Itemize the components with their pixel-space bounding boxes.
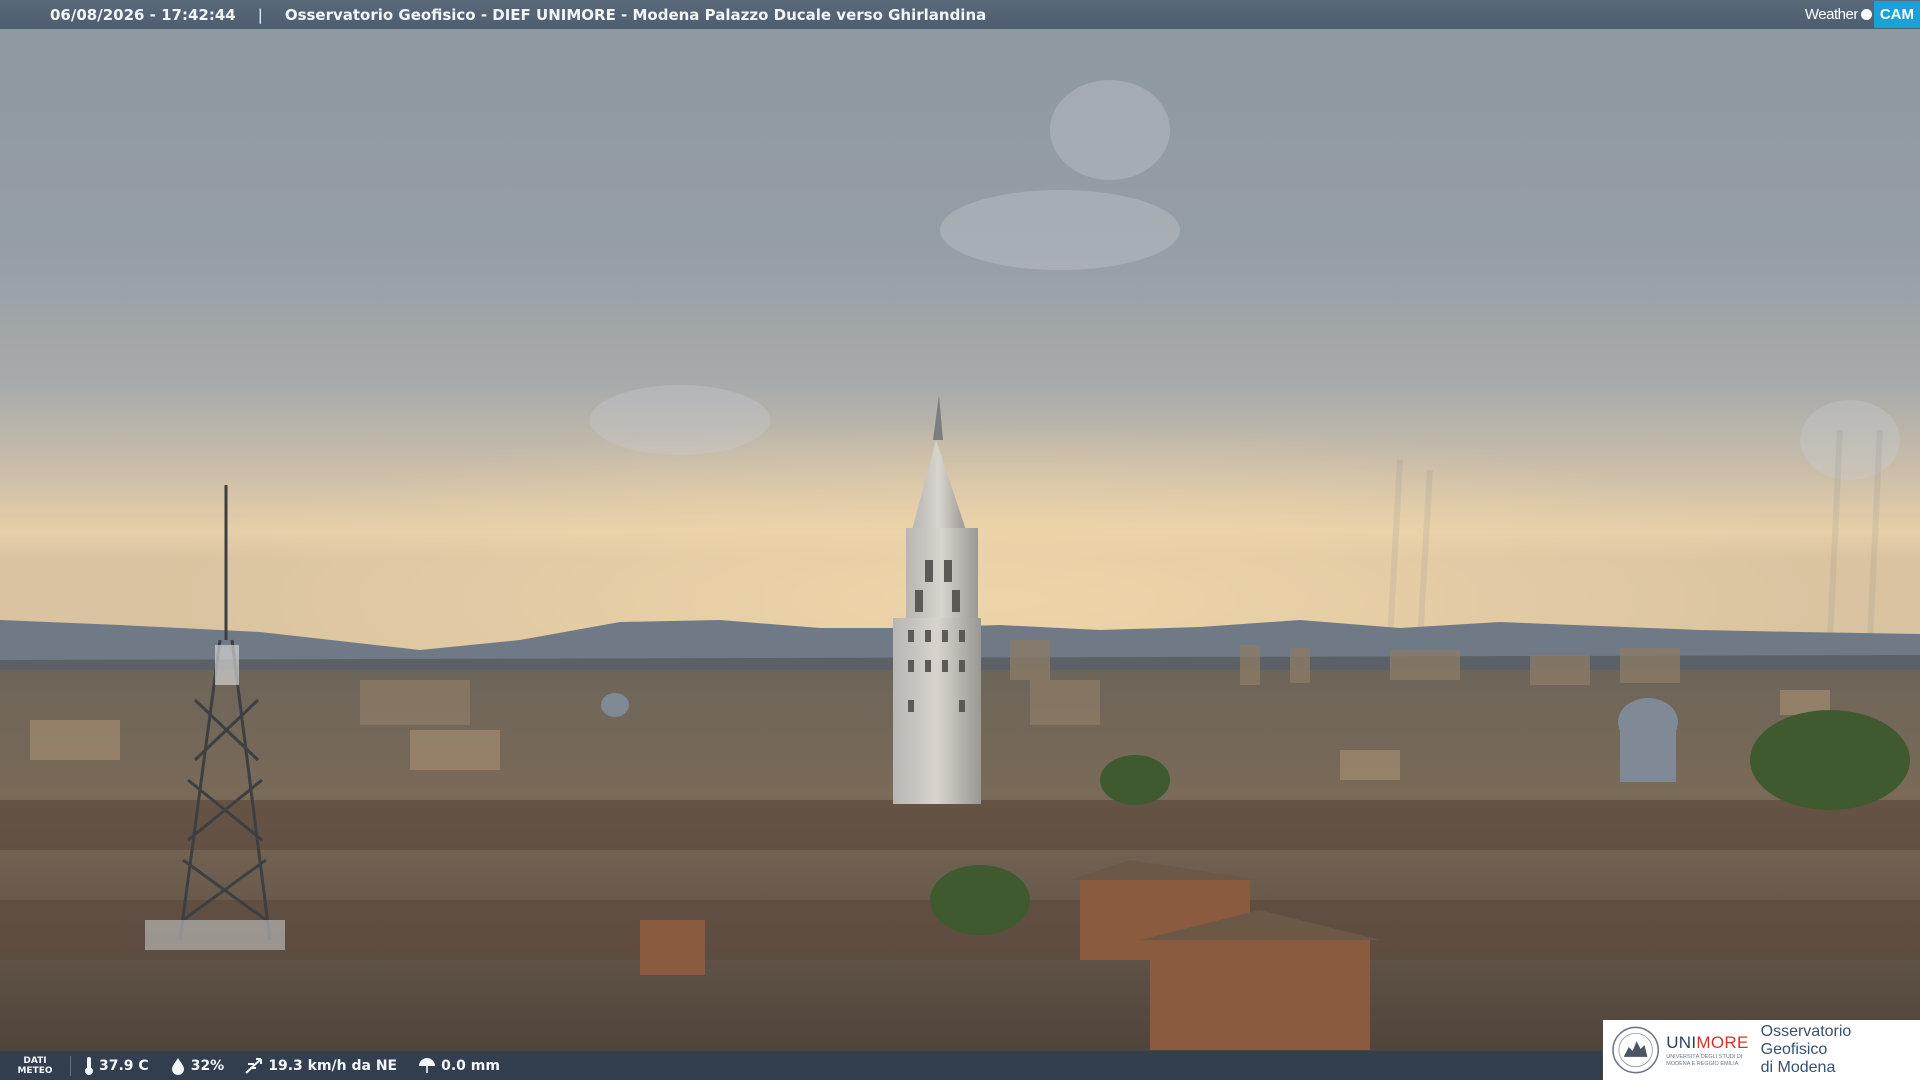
unimore-subtitle-line1: UNIVERSITÀ DEGLI STUDI DI xyxy=(1666,1054,1743,1060)
rain-reading: 0.0 mm xyxy=(417,1057,500,1075)
wind-icon xyxy=(245,1057,263,1074)
wind-value: 19.3 km/h da NE xyxy=(268,1057,398,1074)
observatory-line2: di Modena xyxy=(1760,1059,1836,1076)
dati-meteo-label: DATI METEO xyxy=(0,1055,71,1076)
unimore-logo-box: UNIMORE UNIVERSITÀ DEGLI STUDI DI MODENA… xyxy=(1603,1020,1920,1080)
title-separator: | xyxy=(257,5,263,24)
camera-title: Osservatorio Geofisico - DIEF UNIMORE - … xyxy=(284,5,987,24)
unimore-wordmark: UNIMORE xyxy=(1666,1033,1748,1053)
humidity-reading: 32% xyxy=(169,1057,225,1075)
rain-value: 0.0 mm xyxy=(441,1057,500,1074)
university-seal-icon xyxy=(1612,1026,1660,1074)
unimore-name-part2: MORE xyxy=(1696,1033,1749,1052)
unimore-name-block: UNIMORE UNIVERSITÀ DEGLI STUDI DI MODENA… xyxy=(1666,1033,1748,1067)
dati-label-line2: METEO xyxy=(17,1065,53,1076)
thermometer-icon xyxy=(85,1056,93,1075)
datetime-stamp: 06/08/2026 - 17:42:44 xyxy=(50,5,236,24)
logo-weather-text: Weather xyxy=(1804,6,1858,23)
observatory-name: Osservatorio Geofisico di Modena xyxy=(1761,1023,1920,1077)
webcam-photo xyxy=(0,0,1920,1080)
logo-cam-text: CAM xyxy=(1873,1,1920,28)
humidity-value: 32% xyxy=(190,1057,225,1074)
rain-umbrella-icon xyxy=(419,1057,436,1073)
logo-dot-icon xyxy=(1860,9,1872,20)
temperature-value: 37.9 C xyxy=(99,1057,149,1074)
unimore-subtitle-line2: MODENA E REGGIO EMILIA xyxy=(1666,1061,1739,1067)
weather-data-bar: DATI METEO 37.9 C 32% 19.3 km/h da NE 0.… xyxy=(0,1051,1602,1080)
weathercam-logo: Weather CAM xyxy=(1805,0,1920,29)
observatory-line1: Osservatorio Geofisico xyxy=(1760,1023,1852,1058)
temperature-reading: 37.9 C xyxy=(83,1056,149,1076)
top-info-bar: 06/08/2026 - 17:42:44 | Osservatorio Geo… xyxy=(0,0,1920,29)
wind-reading: 19.3 km/h da NE xyxy=(244,1056,397,1076)
unimore-name-part1: UNI xyxy=(1666,1033,1697,1052)
humidity-drop-icon xyxy=(171,1057,184,1075)
dati-label-line1: DATI xyxy=(23,1055,47,1066)
